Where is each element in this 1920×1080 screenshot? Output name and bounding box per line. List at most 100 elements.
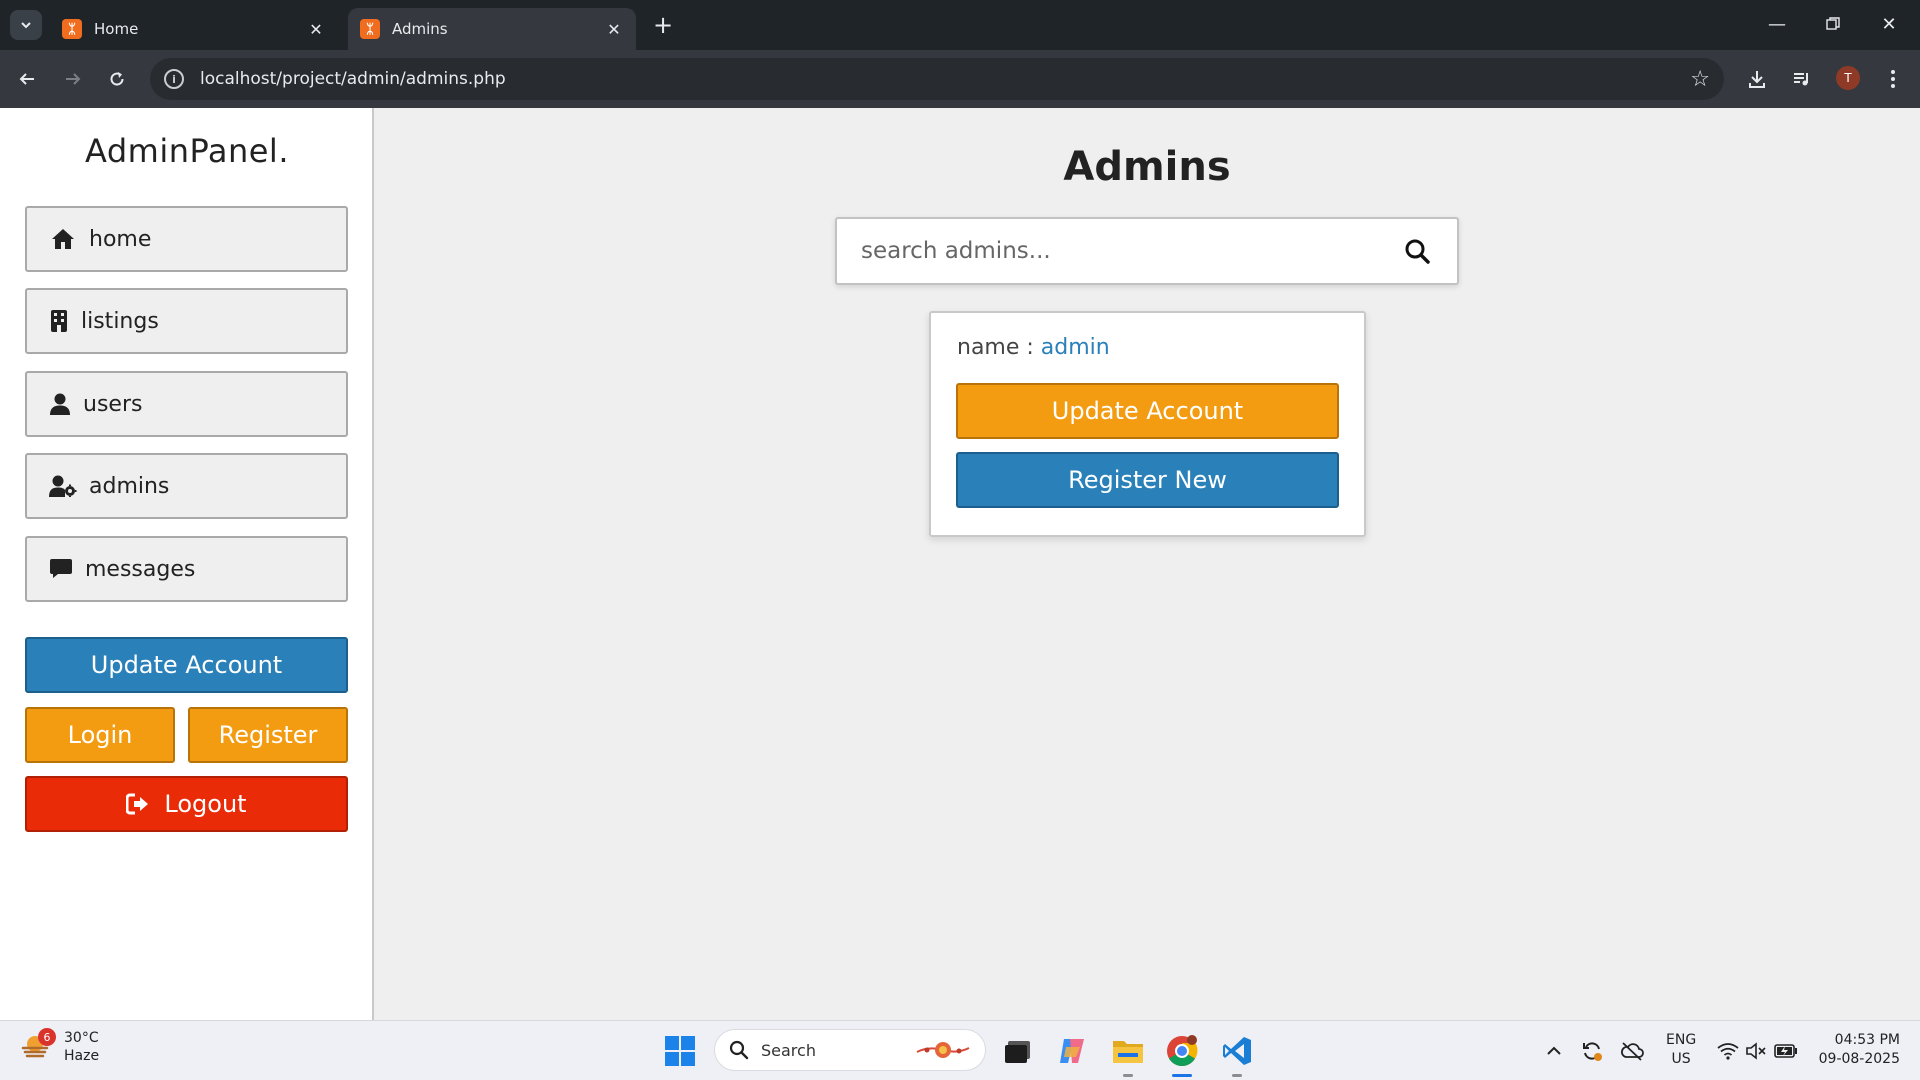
minimize-button[interactable]: —: [1754, 8, 1800, 40]
weather-temp: 30°C: [64, 1030, 99, 1046]
folder-icon: [1113, 1041, 1143, 1063]
address-bar[interactable]: i localhost/project/admin/admins.php ☆: [150, 58, 1724, 100]
sidebar: AdminPanel. home listings users admins m…: [0, 108, 374, 1020]
download-icon: [1749, 71, 1765, 88]
arrow-left-icon: [19, 73, 34, 85]
restore-button[interactable]: [1810, 8, 1856, 40]
close-icon[interactable]: ✕: [306, 19, 326, 39]
task-view-icon: [1005, 1041, 1030, 1063]
page-title: Admins: [1063, 144, 1231, 190]
card-update-account-button[interactable]: Update Account: [956, 383, 1339, 439]
browser-tab-bar: ᛯ Home ✕ ᛯ Admins ✕ + — ✕: [0, 0, 1920, 50]
browser-toolbar: i localhost/project/admin/admins.php ☆: [0, 50, 1920, 108]
taskbar: 6 30°C Haze Search ENG US 04:53 PM 09-08…: [0, 1020, 1920, 1080]
sidebar-item-home[interactable]: home: [25, 206, 348, 272]
sidebar-item-admins[interactable]: admins: [25, 453, 348, 519]
url-text: localhost/project/admin/admins.php: [200, 69, 506, 89]
playlist-icon: [1794, 73, 1808, 86]
vscode-button[interactable]: [1219, 1033, 1255, 1077]
sync-icon: [1583, 1042, 1602, 1061]
search-box: [835, 217, 1459, 285]
sidebar-item-listings[interactable]: listings: [25, 288, 348, 354]
weather-widget[interactable]: 6 30°C Haze: [20, 1028, 100, 1065]
windows-logo-icon: [665, 1036, 695, 1066]
xampp-icon: ᛯ: [360, 19, 380, 39]
logout-label: Logout: [164, 790, 247, 818]
search-icon: [729, 1040, 749, 1060]
admin-card: name : admin Update Account Register New: [929, 311, 1366, 537]
lang-line1: ENG: [1666, 1032, 1697, 1048]
sidebar-item-label: users: [83, 391, 143, 417]
comment-icon: [49, 559, 73, 579]
brand-logo[interactable]: AdminPanel.: [0, 132, 374, 170]
sign-out-icon: [126, 793, 149, 815]
admin-name-line: name : admin: [957, 335, 1110, 360]
lang-line2: US: [1671, 1051, 1691, 1067]
site-info-icon[interactable]: i: [164, 69, 184, 89]
close-window-button[interactable]: ✕: [1866, 8, 1912, 40]
update-account-button[interactable]: Update Account: [25, 637, 348, 693]
media-control-button[interactable]: [1785, 62, 1819, 96]
sidebar-item-label: home: [89, 226, 152, 252]
vscode-icon: [1223, 1037, 1251, 1065]
file-explorer-button[interactable]: [1110, 1033, 1146, 1077]
admin-name-label: name :: [957, 335, 1041, 360]
tab-title: Admins: [392, 20, 448, 38]
start-button[interactable]: [664, 1035, 696, 1067]
admin-name-value: admin: [1040, 335, 1110, 360]
volume-muted-icon: [1746, 1042, 1766, 1060]
task-view-button[interactable]: [1000, 1033, 1036, 1069]
sidebar-item-label: listings: [81, 308, 159, 334]
close-icon[interactable]: ✕: [604, 19, 624, 39]
sidebar-item-messages[interactable]: messages: [25, 536, 348, 602]
onedrive-button[interactable]: [1618, 1037, 1646, 1065]
chrome-button[interactable]: [1164, 1033, 1200, 1077]
logout-button[interactable]: Logout: [25, 776, 348, 832]
system-clock[interactable]: 04:53 PM 09-08-2025: [1818, 1031, 1900, 1069]
house-icon: [49, 228, 77, 250]
tab-title: Home: [94, 20, 139, 38]
search-icon[interactable]: [1401, 235, 1433, 267]
taskbar-search-label: Search: [761, 1040, 816, 1060]
forward-button[interactable]: [56, 62, 90, 96]
copilot-button[interactable]: [1054, 1033, 1090, 1069]
taskbar-search[interactable]: Search: [714, 1029, 986, 1071]
tab-admins[interactable]: ᛯ Admins ✕: [348, 8, 636, 50]
new-tab-button[interactable]: +: [648, 11, 678, 39]
register-button[interactable]: Register: [188, 707, 348, 763]
sidebar-item-label: admins: [89, 473, 170, 499]
chrome-icon: [1167, 1035, 1198, 1067]
menu-button[interactable]: [1876, 62, 1910, 96]
volume-button[interactable]: [1742, 1037, 1770, 1065]
clock-date: 09-08-2025: [1818, 1051, 1900, 1067]
wifi-button[interactable]: [1714, 1037, 1742, 1065]
tab-search-button[interactable]: [10, 10, 42, 40]
chevron-down-icon: [21, 22, 31, 29]
star-icon[interactable]: ☆: [1690, 67, 1710, 92]
weather-desc: Haze: [64, 1048, 100, 1064]
show-hidden-icons-button[interactable]: [1540, 1037, 1568, 1065]
xampp-icon: ᛯ: [62, 19, 82, 39]
register-new-button[interactable]: Register New: [956, 452, 1339, 508]
arrow-right-icon: [66, 73, 81, 85]
search-input[interactable]: [861, 238, 1401, 264]
chevron-up-icon: [1547, 1046, 1561, 1055]
downloads-button[interactable]: [1740, 62, 1774, 96]
user-icon: [49, 393, 71, 415]
wifi-icon: [1717, 1043, 1739, 1060]
clock-time: 04:53 PM: [1834, 1032, 1900, 1048]
back-button[interactable]: [10, 62, 44, 96]
login-button[interactable]: Login: [25, 707, 175, 763]
sidebar-item-users[interactable]: users: [25, 371, 348, 437]
cloud-off-icon: [1621, 1042, 1644, 1061]
restore-icon: [1826, 17, 1840, 30]
profile-avatar[interactable]: T: [1836, 66, 1860, 90]
weather-haze-icon: 6: [20, 1028, 56, 1062]
tab-home[interactable]: ᛯ Home ✕: [50, 8, 338, 50]
more-vertical-icon: [1891, 70, 1895, 88]
battery-button[interactable]: [1772, 1037, 1800, 1065]
reload-button[interactable]: [100, 62, 134, 96]
sync-status-button[interactable]: [1578, 1037, 1606, 1065]
language-indicator[interactable]: ENG US: [1666, 1031, 1696, 1069]
rakhi-illustration-icon: [915, 1038, 971, 1062]
